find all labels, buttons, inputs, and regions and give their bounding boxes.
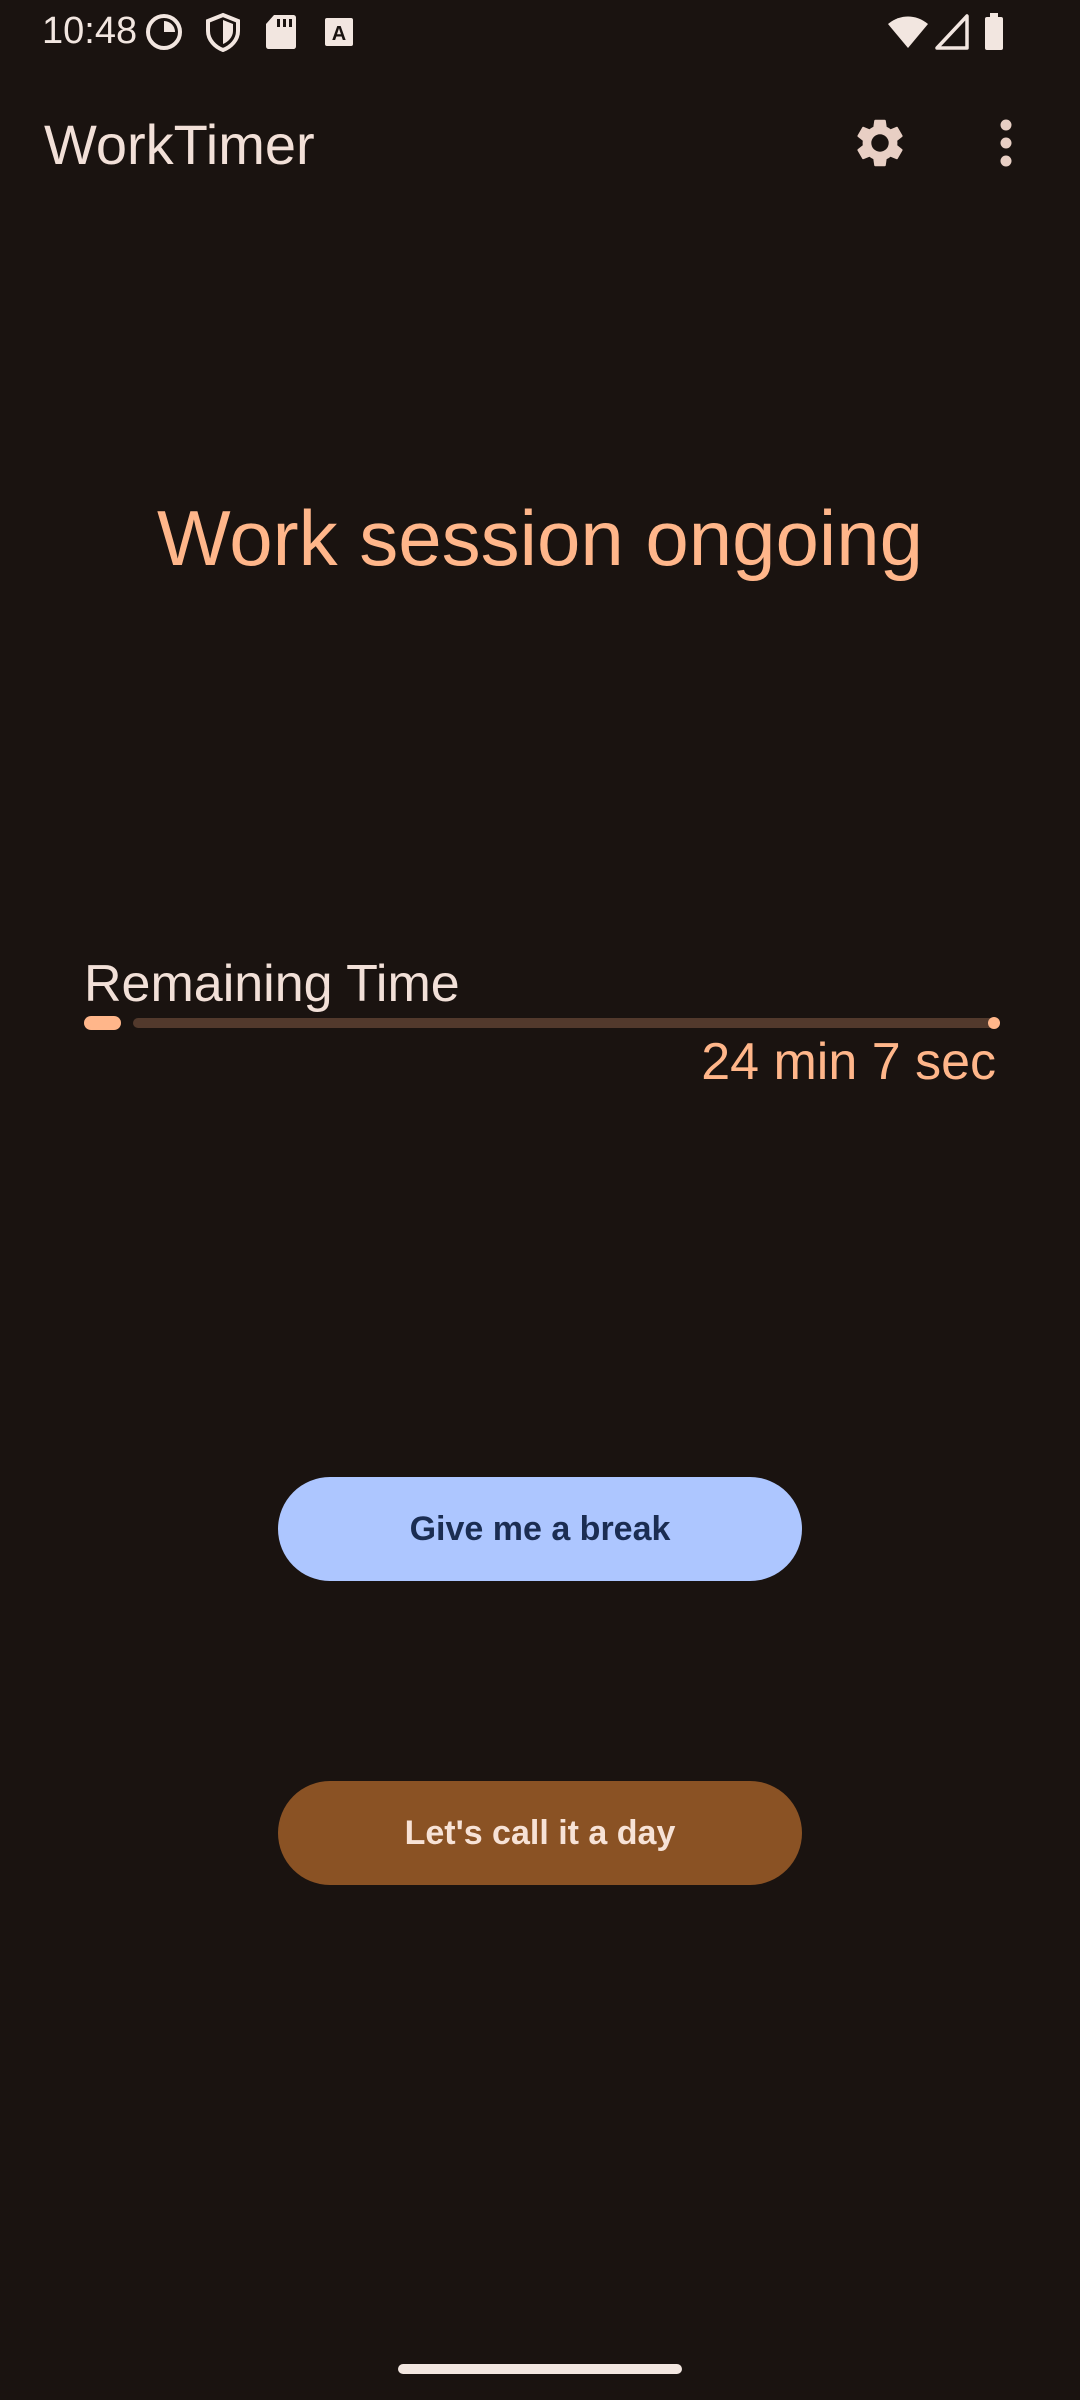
shield-icon xyxy=(204,12,242,53)
battery-icon xyxy=(982,12,1006,50)
give-me-a-break-button[interactable]: Give me a break xyxy=(278,1477,802,1581)
remaining-time-label: Remaining Time xyxy=(84,955,460,1013)
status-bar: 10:48 A xyxy=(0,0,1080,62)
gesture-navigation-bar[interactable] xyxy=(398,2364,682,2374)
progress-indicator xyxy=(84,1016,121,1030)
svg-text:A: A xyxy=(332,23,346,45)
remaining-time-progress-bar xyxy=(84,1015,1000,1031)
call-it-a-day-button[interactable]: Let's call it a day xyxy=(278,1781,802,1885)
more-vert-icon xyxy=(996,117,1016,174)
progress-track-remaining xyxy=(133,1018,1000,1028)
gear-icon xyxy=(851,114,909,177)
wifi-icon xyxy=(886,12,930,50)
settings-button[interactable] xyxy=(842,107,918,183)
more-options-button[interactable] xyxy=(968,107,1044,183)
keyboard-a-icon: A xyxy=(322,12,356,50)
sd-card-icon xyxy=(264,12,298,50)
session-status-heading: Work session ongoing xyxy=(157,494,923,582)
app-title: WorkTimer xyxy=(44,113,315,176)
pie-clock-icon xyxy=(144,12,184,50)
signal-icon xyxy=(934,12,970,50)
remaining-time-value: 24 min 7 sec xyxy=(701,1033,996,1091)
status-time: 10:48 xyxy=(42,10,138,52)
progress-stop-indicator xyxy=(988,1017,1000,1029)
screen: 10:48 A WorkTimer Work session ongoing R… xyxy=(0,0,1080,2400)
